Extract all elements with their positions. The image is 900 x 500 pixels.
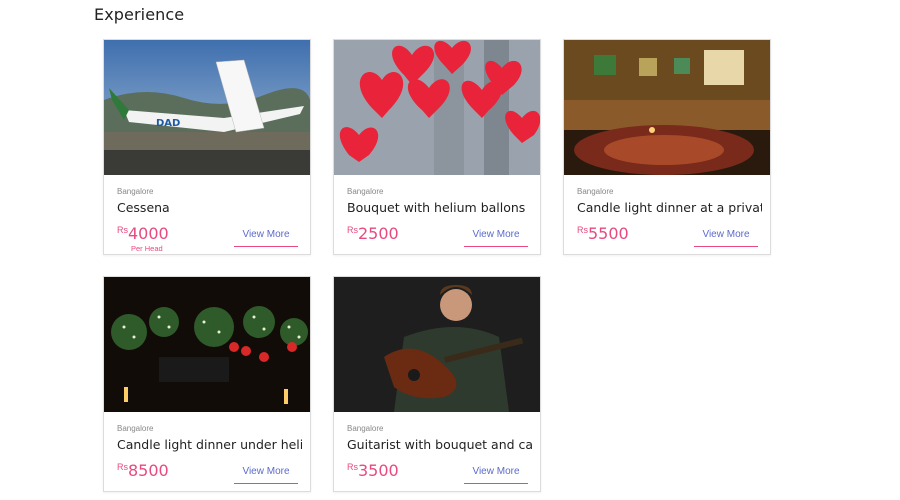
view-more-link[interactable]: View More [234,466,298,484]
card-city: Bangalore [117,424,154,433]
currency-label: Rs [347,225,358,235]
card-title[interactable]: Bouquet with helium ballons [347,200,532,215]
card-image[interactable] [334,277,540,412]
experience-card[interactable]: DAD Bangalore Cessena Rs4000 Per Head Vi… [103,39,311,255]
price-amount: 4000 [128,224,169,243]
card-title[interactable]: Candle light dinner under heli... [117,437,302,452]
card-price: Rs2500 [347,224,399,244]
view-more-link[interactable]: View More [694,229,758,247]
view-more-link[interactable]: View More [464,229,528,247]
card-price: Rs4000 [117,224,169,244]
card-city: Bangalore [347,187,384,196]
card-price: Rs3500 [347,461,399,481]
currency-label: Rs [117,462,128,472]
price-unit: Per Head [131,244,163,253]
svg-text:DAD: DAD [156,118,180,129]
card-image[interactable] [334,40,540,175]
card-price: Rs5500 [577,224,629,244]
card-title[interactable]: Candle light dinner at a privat... [577,200,762,215]
experience-card[interactable]: Bangalore Candle light dinner under heli… [103,276,311,492]
card-price: Rs8500 [117,461,169,481]
view-more-link[interactable]: View More [234,229,298,247]
card-image[interactable] [104,277,310,412]
price-amount: 3500 [358,461,399,480]
currency-label: Rs [577,225,588,235]
price-amount: 2500 [358,224,399,243]
card-city: Bangalore [577,187,614,196]
experience-card[interactable]: Bangalore Candle light dinner at a priva… [563,39,771,255]
card-image[interactable] [564,40,770,175]
currency-label: Rs [117,225,128,235]
card-city: Bangalore [347,424,384,433]
currency-label: Rs [347,462,358,472]
price-amount: 8500 [128,461,169,480]
experience-card[interactable]: Bangalore Guitarist with bouquet and ca.… [333,276,541,492]
price-amount: 5500 [588,224,629,243]
card-image[interactable]: DAD [104,40,310,175]
section-title: Experience [94,5,185,24]
view-more-link[interactable]: View More [464,466,528,484]
card-title[interactable]: Cessena [117,200,302,215]
card-city: Bangalore [117,187,154,196]
experience-card[interactable]: Bangalore Bouquet with helium ballons Rs… [333,39,541,255]
card-title[interactable]: Guitarist with bouquet and ca... [347,437,532,452]
